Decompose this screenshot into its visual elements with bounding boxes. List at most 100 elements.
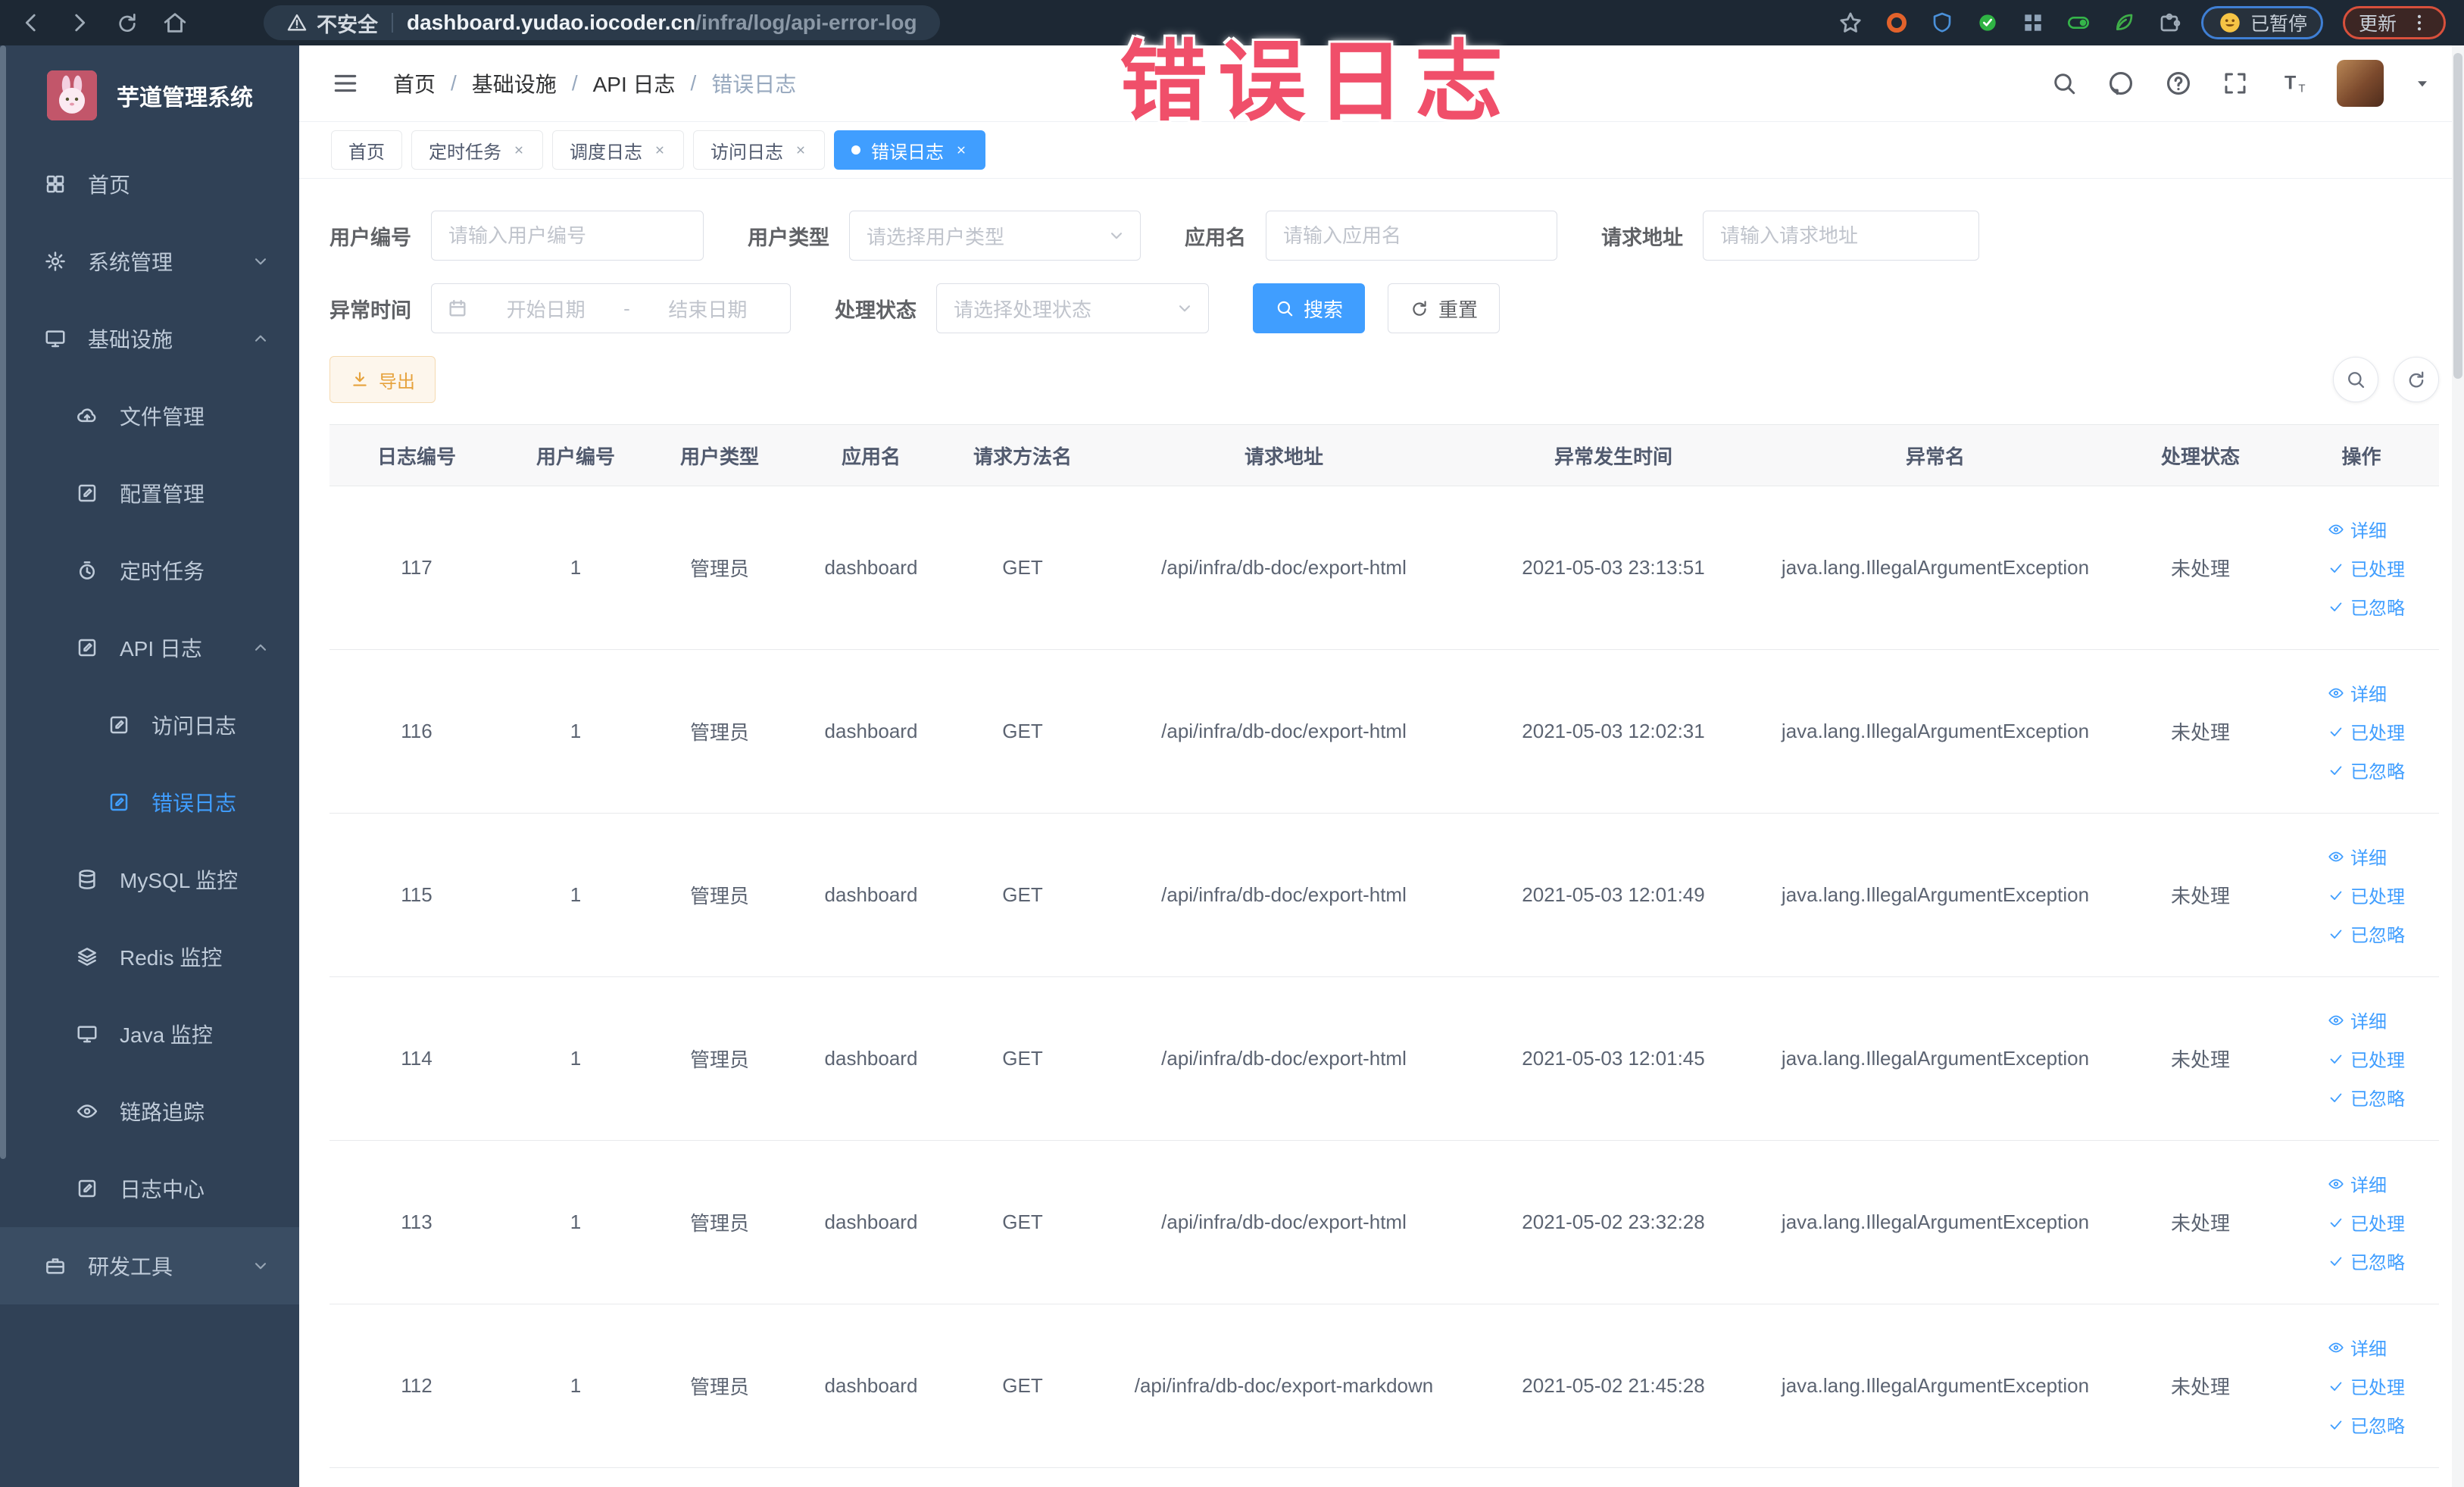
breadcrumb-item[interactable]: API 日志 [593, 68, 676, 98]
sidebar-item-定时任务[interactable]: 定时任务 [0, 532, 299, 609]
export-button[interactable]: 导出 [329, 356, 436, 403]
sidebar-item-API-日志[interactable]: API 日志 [0, 609, 299, 686]
mark-ignored-link[interactable]: 已忽略 [2328, 1084, 2405, 1111]
browser-menu-kebab-icon[interactable] [2409, 12, 2430, 33]
mark-ignored-link[interactable]: 已忽略 [2328, 1411, 2405, 1438]
mark-ignored-link[interactable]: 已忽略 [2328, 920, 2405, 947]
sidebar-item-链路追踪[interactable]: 链路追踪 [0, 1073, 299, 1150]
detail-link[interactable]: 详细 [2328, 516, 2387, 542]
mark-processed-link[interactable]: 已处理 [2328, 882, 2405, 908]
detail-link[interactable]: 详细 [2328, 843, 2387, 870]
cell-status: 未处理 [2170, 721, 2230, 744]
mark-ignored-link[interactable]: 已忽略 [2328, 593, 2405, 620]
tab-访问日志[interactable]: 访问日志 [693, 130, 825, 170]
user-avatar[interactable] [2337, 60, 2384, 107]
github-icon[interactable] [2106, 69, 2135, 98]
mark-processed-link[interactable]: 已处理 [2328, 555, 2405, 581]
browser-forward-icon[interactable] [67, 10, 92, 36]
detail-link[interactable]: 详细 [2328, 679, 2387, 706]
detail-link[interactable]: 详细 [2328, 1170, 2387, 1197]
font-size-icon[interactable]: TT [2278, 68, 2308, 98]
tab-错误日志[interactable]: 错误日志 [834, 130, 985, 170]
sidebar-item-Java-监控[interactable]: Java 监控 [0, 995, 299, 1073]
sidebar-item-文件管理[interactable]: 文件管理 [0, 377, 299, 455]
help-icon[interactable] [2164, 69, 2193, 98]
sidebar-item-日志中心[interactable]: 日志中心 [0, 1150, 299, 1227]
cell-user_type: 管理员 [689, 1048, 749, 1071]
action-label: 详细 [2350, 848, 2387, 869]
process-status-select[interactable]: 请选择处理状态 [936, 283, 1209, 333]
sidebar-item-MySQL-监控[interactable]: MySQL 监控 [0, 841, 299, 918]
fullscreen-icon[interactable] [2222, 70, 2249, 97]
green-v-extension-icon[interactable] [1974, 9, 2001, 36]
cell-time: 2021-05-03 12:01:49 [1522, 883, 1705, 906]
close-tab-icon[interactable] [512, 143, 526, 157]
user-caret-down-icon[interactable] [2412, 73, 2432, 93]
mark-processed-link[interactable]: 已处理 [2328, 1373, 2405, 1399]
sidebar-item-错误日志[interactable]: 错误日志 [0, 764, 299, 841]
filter-row-1: 用户编号 用户类型 请选择用户类型 应用名 请求地址 [329, 211, 2439, 261]
request-url-input[interactable] [1703, 211, 1979, 261]
app-name-input[interactable] [1266, 211, 1557, 261]
shield-extension-icon[interactable] [1928, 9, 1956, 36]
page-scrollbar[interactable] [2452, 45, 2464, 1487]
mark-processed-link[interactable]: 已处理 [2328, 1209, 2405, 1236]
sidebar-item-系统管理[interactable]: 系统管理 [0, 223, 299, 300]
sidebar-item-访问日志[interactable]: 访问日志 [0, 686, 299, 764]
browser-back-icon[interactable] [18, 10, 44, 36]
breadcrumb-item[interactable]: 首页 [393, 68, 436, 98]
close-tab-icon[interactable] [653, 143, 667, 157]
sidebar-item-Redis-监控[interactable]: Redis 监控 [0, 918, 299, 995]
leaf-extension-icon[interactable] [2110, 9, 2138, 36]
sidebar-item-配置管理[interactable]: 配置管理 [0, 455, 299, 532]
mark-ignored-link[interactable]: 已忽略 [2328, 1248, 2405, 1274]
tab-调度日志[interactable]: 调度日志 [552, 130, 684, 170]
action-label: 已处理 [2350, 560, 2405, 580]
exception-time-range-picker[interactable]: 开始日期 - 结束日期 [431, 283, 791, 333]
trace-icon [76, 1100, 98, 1123]
cell-request_url: /api/infra/db-doc/export-html [1161, 883, 1407, 906]
paused-badge[interactable]: 已暂停 [2200, 6, 2323, 39]
sidebar-item-研发工具[interactable]: 研发工具 [0, 1227, 299, 1304]
orange-extension-icon[interactable] [1883, 9, 1910, 36]
reset-button[interactable]: 重置 [1388, 283, 1501, 333]
breadcrumb-item[interactable]: 基础设施 [472, 68, 557, 98]
mark-processed-link[interactable]: 已处理 [2328, 718, 2405, 745]
browser-reload-icon[interactable] [115, 11, 139, 35]
detail-link[interactable]: 详细 [2328, 1334, 2387, 1360]
user-id-input[interactable] [431, 211, 704, 261]
mark-ignored-link[interactable]: 已忽略 [2328, 757, 2405, 783]
search-icon[interactable] [2050, 70, 2078, 97]
action-label: 已处理 [2350, 887, 2405, 908]
toggle-search-button[interactable] [2333, 357, 2378, 402]
search-button[interactable]: 搜索 [1253, 283, 1366, 333]
sidebar: 芋道管理系统 首页 系统管理 基础设施 文件管理 配置管理 定时任务 API 日志 访问日志错… [0, 45, 299, 1487]
bookmark-star-icon[interactable] [1838, 10, 1863, 36]
check-icon [2328, 1378, 2344, 1395]
update-button[interactable]: 更新 [2342, 6, 2446, 39]
address-bar[interactable]: 不安全 dashboard.yudao.iocoder.cn/infra/log… [264, 5, 940, 40]
sidebar-item-label: 日志中心 [120, 1178, 205, 1201]
tab-首页[interactable]: 首页 [331, 130, 402, 170]
collapse-sidebar-icon[interactable] [331, 69, 360, 98]
user-type-select[interactable]: 请选择用户类型 [849, 211, 1141, 261]
chevron-up-icon [251, 638, 270, 658]
extensions-puzzle-icon[interactable] [2157, 11, 2181, 35]
chevron-down-icon [1107, 226, 1126, 245]
grid-extension-icon[interactable] [2019, 9, 2047, 36]
smiley-icon [2217, 10, 2243, 36]
refresh-table-button[interactable] [2394, 357, 2439, 402]
toggle-on-extension-icon[interactable] [2065, 9, 2092, 36]
detail-link[interactable]: 详细 [2328, 1007, 2387, 1033]
action-label: 详细 [2350, 1176, 2387, 1196]
browser-home-icon[interactable] [162, 10, 188, 36]
mark-processed-link[interactable]: 已处理 [2328, 1045, 2405, 1072]
sidebar-item-基础设施[interactable]: 基础设施 [0, 300, 299, 377]
cell-user_id: 1 [570, 1374, 582, 1397]
sidebar-item-首页[interactable]: 首页 [0, 145, 299, 223]
close-tab-icon[interactable] [794, 143, 807, 157]
sidebar-item-label: 基础设施 [88, 328, 173, 351]
sidebar-menu: 首页 系统管理基础设施文件管理 配置管理 定时任务 API 日志 访问日志 错误日志 MySQ… [0, 145, 299, 1304]
tab-定时任务[interactable]: 定时任务 [411, 130, 543, 170]
close-tab-icon[interactable] [954, 143, 968, 157]
